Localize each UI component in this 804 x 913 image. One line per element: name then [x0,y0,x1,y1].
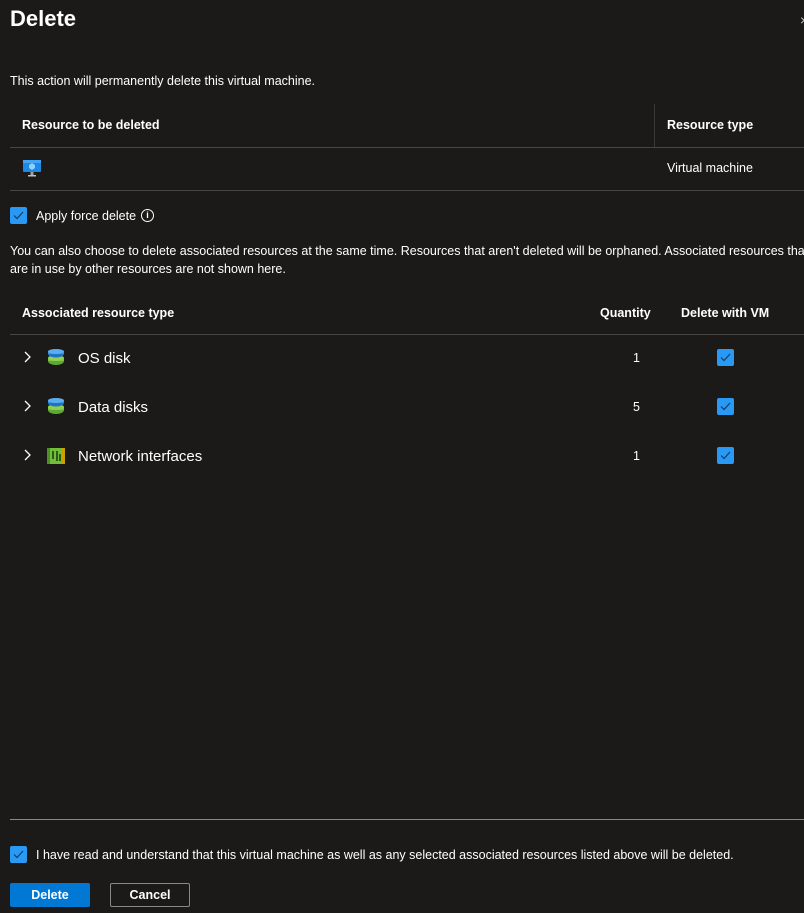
force-delete-checkbox[interactable] [10,207,27,224]
delete-with-vm-checkbox[interactable] [717,349,734,366]
column-header-delete-with-vm: Delete with VM [681,306,770,320]
force-delete-option[interactable]: Apply force delete i [10,207,155,224]
force-delete-label: Apply force delete [36,208,137,223]
table-row: OS disk 1 [10,335,804,384]
delete-button[interactable]: Delete [10,883,90,907]
cancel-button[interactable]: Cancel [110,883,190,907]
table-row: Network interfaces 1 [10,433,804,482]
resource-type-value: Virtual machine [667,161,753,175]
page-title: Delete [10,6,77,31]
resource-quantity: 5 [633,400,640,414]
resource-table-row: Virtual machine [10,148,804,191]
info-icon[interactable]: i [141,209,155,222]
column-header-associated-type: Associated resource type [22,306,175,320]
resource-table-header: Resource to be deleted Resource type [10,104,804,148]
table-row: Data disks 5 [10,384,804,433]
delete-with-vm-checkbox[interactable] [717,398,734,415]
dialog-description: This action will permanently delete this… [10,74,315,88]
disk-icon [46,348,66,368]
network-interface-icon [46,446,66,466]
expand-chevron-icon[interactable] [22,448,32,462]
associated-resources-note: You can also choose to delete associated… [10,244,804,276]
column-header-quantity: Quantity [600,306,651,320]
column-header-resource-type: Resource type [667,118,754,132]
associated-table-header: Associated resource type Quantity Delete… [10,296,804,335]
column-header-resource: Resource to be deleted [22,118,160,132]
acknowledgement-checkbox[interactable] [10,846,27,863]
resource-quantity: 1 [633,449,640,463]
expand-chevron-icon[interactable] [22,350,32,364]
resource-name: Network interfaces [78,448,203,465]
expand-chevron-icon[interactable] [22,399,32,413]
virtual-machine-icon [22,158,42,178]
acknowledgement-option[interactable]: I have read and understand that this vir… [10,846,734,863]
resource-name: Data disks [78,399,149,416]
column-divider[interactable] [654,104,655,147]
acknowledgement-label: I have read and understand that this vir… [36,847,734,862]
resource-name: OS disk [78,350,131,367]
disk-icon [46,397,66,417]
footer-divider [10,819,804,820]
resource-quantity: 1 [633,351,640,365]
close-button[interactable]: × [800,12,804,26]
delete-with-vm-checkbox[interactable] [717,447,734,464]
